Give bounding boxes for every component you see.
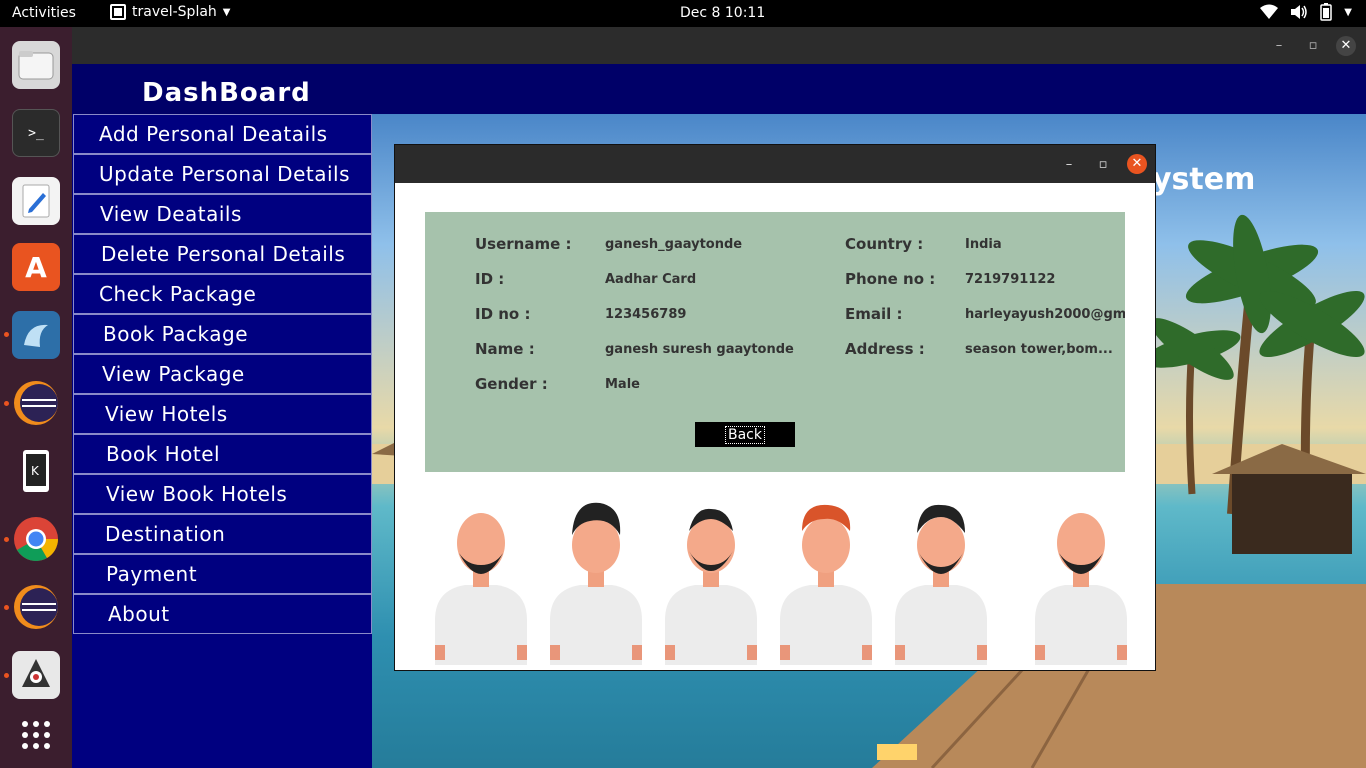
chevron-down-icon: ▼ xyxy=(1344,6,1352,18)
dashboard-header: DashBoard xyxy=(72,64,1366,114)
dashboard-title: DashBoard xyxy=(142,78,311,108)
sidebar-item-destination[interactable]: Destination xyxy=(73,514,372,554)
id-no-value: 123456789 xyxy=(605,307,687,322)
java-icon[interactable] xyxy=(12,651,60,699)
sidebar-item-delete-personal-details[interactable]: Delete Personal Details xyxy=(73,234,372,274)
sidebar: Add Personal Deatails Update Personal De… xyxy=(72,114,372,768)
top-bar: Activities travel-Splah ▼ Dec 8 10:11 ▼ xyxy=(0,0,1366,27)
close-icon[interactable]: ✕ xyxy=(1336,36,1356,56)
person-figure xyxy=(780,504,872,665)
gender-label: Gender : xyxy=(475,375,548,393)
country-value: India xyxy=(965,237,1002,252)
sidebar-item-view-details[interactable]: View Deatails xyxy=(73,194,372,234)
id-value: Aadhar Card xyxy=(605,272,697,287)
close-icon[interactable]: ✕ xyxy=(1127,154,1147,174)
people-illustration xyxy=(435,502,1127,665)
app-menu-label: travel-Splah xyxy=(132,4,217,20)
eclipse-icon[interactable] xyxy=(12,583,60,631)
running-indicator xyxy=(4,673,9,678)
gender-value: Male xyxy=(605,377,640,392)
email-label: Email : xyxy=(845,305,903,323)
window-titlebar[interactable]: – ▫ ✕ xyxy=(72,27,1366,64)
running-indicator xyxy=(4,332,9,337)
running-indicator xyxy=(4,401,9,406)
id-label: ID : xyxy=(475,270,505,288)
kde-connect-icon[interactable]: K xyxy=(12,447,60,495)
running-indicator xyxy=(4,537,9,542)
back-button-label: Back xyxy=(725,425,765,444)
battery-icon xyxy=(1320,3,1333,21)
running-indicator xyxy=(4,605,9,610)
address-value: season tower,bom... xyxy=(965,342,1113,357)
chrome-icon[interactable] xyxy=(12,515,60,563)
sidebar-item-payment[interactable]: Payment xyxy=(73,554,372,594)
sidebar-item-book-package[interactable]: Book Package xyxy=(73,314,372,354)
app-grid-icon[interactable] xyxy=(12,711,60,759)
sidebar-item-check-package[interactable]: Check Package xyxy=(73,274,372,314)
system-tray[interactable]: ▼ xyxy=(1260,3,1352,21)
clock[interactable]: Dec 8 10:11 xyxy=(680,5,765,21)
wifi-icon xyxy=(1260,4,1279,19)
sidebar-item-add-personal-details[interactable]: Add Personal Deatails xyxy=(73,114,372,154)
files-icon[interactable] xyxy=(12,41,60,89)
sidebar-item-update-personal-details[interactable]: Update Personal Details xyxy=(73,154,372,194)
minimize-icon[interactable]: – xyxy=(1059,155,1079,175)
background-title: ystem xyxy=(1152,162,1256,197)
person-figure xyxy=(895,504,987,665)
person-figure xyxy=(435,513,527,665)
view-details-dialog: – ▫ ✕ Username : ganesh_gaaytonde ID : A… xyxy=(394,144,1156,671)
sidebar-item-view-package[interactable]: View Package xyxy=(73,354,372,394)
activities-button[interactable]: Activities xyxy=(12,5,76,21)
text-editor-icon[interactable] xyxy=(12,177,60,225)
maximize-icon[interactable]: ▫ xyxy=(1303,36,1323,56)
dock: >_ A K xyxy=(0,27,72,768)
sidebar-item-view-book-hotels[interactable]: View Book Hotels xyxy=(73,474,372,514)
software-center-icon[interactable]: A xyxy=(12,243,60,291)
app-icon xyxy=(110,4,126,20)
minimize-icon[interactable]: – xyxy=(1269,36,1289,56)
sidebar-item-book-hotel[interactable]: Book Hotel xyxy=(73,434,372,474)
person-figure xyxy=(665,508,757,665)
username-label: Username : xyxy=(475,235,572,253)
back-button[interactable]: Back xyxy=(695,422,795,447)
dialog-titlebar[interactable]: – ▫ ✕ xyxy=(395,145,1155,183)
phone-value: 7219791122 xyxy=(965,272,1056,287)
phone-label: Phone no : xyxy=(845,270,936,288)
app-menu[interactable]: travel-Splah ▼ xyxy=(110,4,230,20)
details-panel: Username : ganesh_gaaytonde ID : Aadhar … xyxy=(425,212,1125,472)
email-value: harleyayush2000@gm... xyxy=(965,307,1125,322)
maximize-icon[interactable]: ▫ xyxy=(1093,155,1113,175)
chevron-down-icon: ▼ xyxy=(222,6,231,18)
person-figure xyxy=(550,502,642,665)
svg-text:K: K xyxy=(31,464,40,478)
mysql-workbench-icon[interactable] xyxy=(12,311,60,359)
sidebar-item-about[interactable]: About xyxy=(73,594,372,634)
address-label: Address : xyxy=(845,340,925,358)
sidebar-item-view-hotels[interactable]: View Hotels xyxy=(73,394,372,434)
name-label: Name : xyxy=(475,340,535,358)
username-value: ganesh_gaaytonde xyxy=(605,237,743,252)
id-no-label: ID no : xyxy=(475,305,531,323)
terminal-icon[interactable]: >_ xyxy=(12,109,60,157)
person-figure xyxy=(1035,513,1127,665)
eclipse-icon[interactable] xyxy=(12,379,60,427)
name-value: ganesh suresh gaaytonde xyxy=(605,342,794,357)
country-label: Country : xyxy=(845,235,924,253)
volume-icon xyxy=(1291,5,1308,19)
